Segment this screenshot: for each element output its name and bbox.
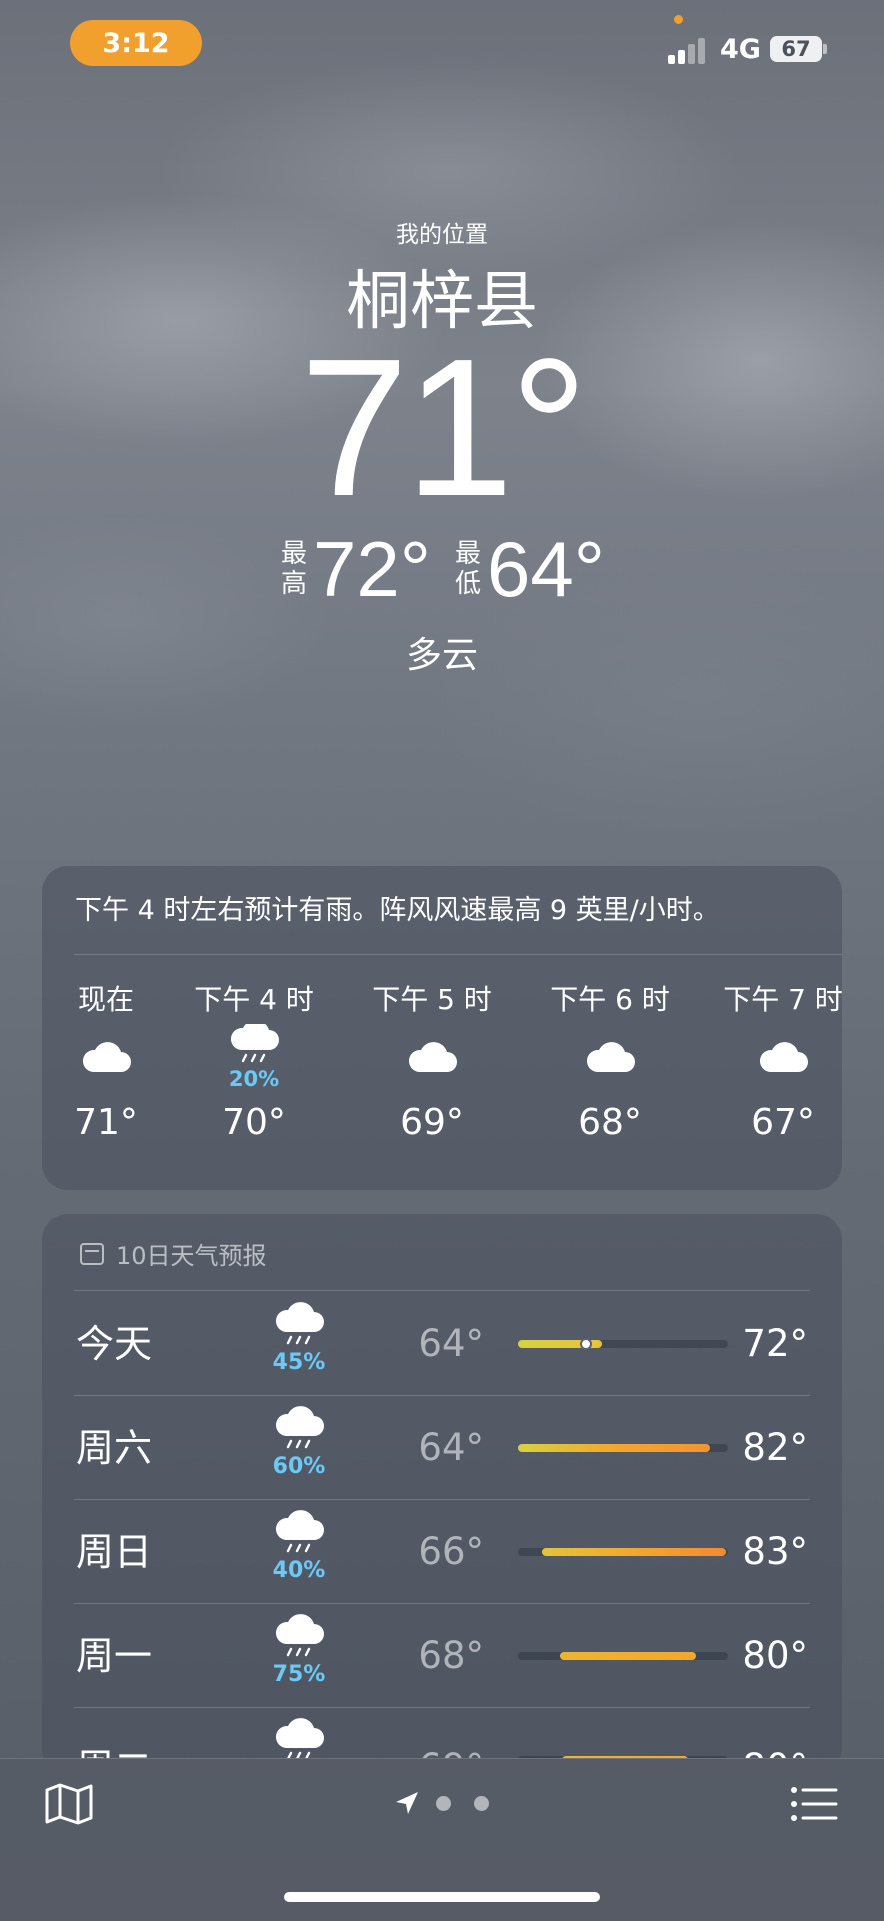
daily-divider xyxy=(74,1290,810,1291)
cloud-rain-icon xyxy=(264,1718,334,1758)
hour-label: 下午 7 时 xyxy=(723,983,843,1016)
day-row[interactable]: 周一 75% 68° 80° xyxy=(74,1604,810,1708)
day-name: 周一 xyxy=(76,1634,153,1678)
hour-label: 下午 4 时 xyxy=(194,983,314,1016)
day-low: 64° xyxy=(418,1322,484,1365)
day-row[interactable]: 周六 60% 64° 82° xyxy=(74,1396,810,1500)
hour-label: 下午 6 时 xyxy=(550,983,670,1016)
day-high: 83° xyxy=(742,1530,808,1573)
cellular-signal-icon xyxy=(668,36,712,64)
high-temp: 72° xyxy=(313,525,431,613)
day-name: 周六 xyxy=(76,1426,153,1470)
temp-range-track xyxy=(518,1444,728,1452)
day-precip: 45% xyxy=(272,1350,326,1375)
temp-range-bar xyxy=(542,1548,726,1556)
cloud-rain-icon: 20% xyxy=(184,1020,324,1094)
low-temp-group: 最低 64° xyxy=(453,530,605,608)
day-precip: 60% xyxy=(272,1454,326,1479)
page-dot[interactable] xyxy=(474,1796,489,1811)
cloud-icon xyxy=(362,1020,502,1094)
battery-level: 67 xyxy=(770,36,822,62)
hour-temp: 68° xyxy=(578,1102,642,1143)
high-temp-group: 最高 72° xyxy=(279,530,431,608)
high-low-row: 最高 72° 最低 64° xyxy=(0,530,884,608)
low-temp: 64° xyxy=(487,525,605,613)
cloud-rain-icon: 40% xyxy=(264,1510,334,1582)
hour-temp: 71° xyxy=(74,1102,138,1143)
cloud-icon xyxy=(36,1020,176,1094)
current-temperature: 71° xyxy=(299,318,588,537)
temp-range-bar xyxy=(518,1444,710,1452)
hour-column: 下午 4 时 20% 70° xyxy=(184,980,324,1146)
day-high: 80° xyxy=(742,1716,808,1758)
cloud-rain-icon: 75% xyxy=(264,1614,334,1686)
hour-column: 下午 6 时 68° xyxy=(540,980,680,1146)
hour-temp: 67° xyxy=(751,1102,815,1143)
hour-column: 下午 7 时 67° xyxy=(718,980,848,1146)
day-low: 69° xyxy=(404,1716,484,1758)
home-indicator xyxy=(284,1892,600,1902)
cloud-rain-icon: 60% xyxy=(264,1406,334,1478)
low-label: 最低 xyxy=(454,539,481,599)
battery-tip xyxy=(823,44,827,54)
temp-range-track xyxy=(518,1338,728,1350)
day-high: 72° xyxy=(742,1322,808,1365)
day-low: 66° xyxy=(418,1530,484,1573)
condition-text: 多云 xyxy=(405,635,478,676)
day-precip: 75% xyxy=(272,1662,326,1687)
status-time: 3:12 xyxy=(70,20,202,66)
ten-day-header: 10日天气预报 xyxy=(80,1236,267,1271)
hour-column: 现在 71° xyxy=(36,980,176,1146)
day-high: 80° xyxy=(742,1634,808,1677)
hour-column: 下午 5 时 69° xyxy=(362,980,502,1146)
day-high: 82° xyxy=(742,1426,808,1469)
day-row[interactable]: 周日 40% 66° 83° xyxy=(74,1500,810,1604)
temp-range-bar xyxy=(560,1652,696,1660)
high-label: 最高 xyxy=(281,539,308,599)
calendar-icon xyxy=(80,1242,104,1265)
hour-temp: 70° xyxy=(222,1102,286,1143)
day-row[interactable]: 周二 69° 80° xyxy=(74,1708,810,1758)
day-low: 68° xyxy=(418,1634,484,1677)
day-low: 64° xyxy=(418,1426,484,1469)
location-label: 我的位置 xyxy=(396,222,488,248)
page-dot[interactable] xyxy=(436,1796,451,1811)
cloud-icon xyxy=(540,1020,680,1094)
hour-label: 现在 xyxy=(77,983,134,1016)
cloud-rain-icon: 45% xyxy=(264,1302,334,1374)
hourly-summary: 下午 4 时左右预计有雨。阵风风速最高 9 英里/小时。 xyxy=(75,895,720,926)
hour-precip: 20% xyxy=(228,1067,280,1091)
current-temp-marker xyxy=(580,1338,592,1350)
privacy-indicator-dot xyxy=(674,15,683,24)
temp-range-track xyxy=(518,1548,728,1556)
list-icon[interactable] xyxy=(790,1784,838,1824)
day-name: 周日 xyxy=(76,1530,153,1574)
cloud-icon xyxy=(718,1020,848,1094)
temp-range-track xyxy=(518,1652,728,1660)
day-name: 周二 xyxy=(76,1716,152,1758)
map-icon[interactable] xyxy=(44,1782,94,1826)
day-name: 今天 xyxy=(76,1322,153,1366)
day-row[interactable]: 今天 45% 64° 72° xyxy=(74,1292,810,1396)
day-precip: 40% xyxy=(272,1558,326,1583)
location-arrow-icon[interactable] xyxy=(394,1790,420,1816)
ten-day-title: 10日天气预报 xyxy=(116,1242,267,1270)
hourly-divider xyxy=(74,954,842,955)
network-type: 4G xyxy=(720,34,761,65)
hour-label: 下午 5 时 xyxy=(372,983,492,1016)
hour-temp: 69° xyxy=(400,1102,464,1143)
